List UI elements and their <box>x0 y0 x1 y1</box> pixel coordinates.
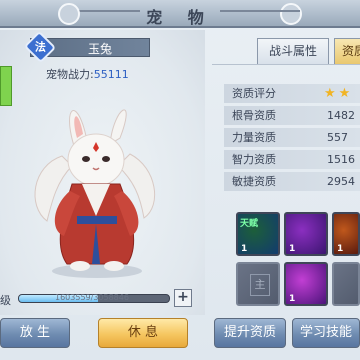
skill-slot-1[interactable]: 天赋 1 <box>236 212 280 256</box>
skill-slot-2[interactable]: 1 <box>284 212 328 256</box>
rating-stars-icon: ★★ <box>324 86 354 101</box>
tab-aptitude[interactable]: 资质 <box>334 38 360 64</box>
stat-row-agility: 敏捷资质 2954 <box>224 172 360 191</box>
pet-name: 玉兔 <box>87 42 112 56</box>
stat-value: 1482 <box>327 109 355 122</box>
tab-divider <box>212 64 360 65</box>
level-label: 级 <box>0 294 11 307</box>
main-skill-icon: 主 <box>250 274 270 296</box>
side-tab-stub[interactable] <box>0 66 12 106</box>
talent-icon: 天赋 <box>240 219 259 229</box>
skill-slot-5[interactable]: 1 <box>284 262 328 306</box>
stat-row-strength: 力量资质 557 <box>224 128 360 147</box>
add-exp-button[interactable]: + <box>174 289 192 307</box>
skill-level: 1 <box>289 244 296 254</box>
stat-row-constitution: 根骨资质 1482 <box>224 106 360 125</box>
skill-level: 1 <box>337 244 344 254</box>
pet-rabbit-figure[interactable] <box>22 96 162 281</box>
skill-level: 1 <box>241 244 248 254</box>
skill-level: 1 <box>289 294 296 304</box>
stat-value: 1516 <box>327 153 355 166</box>
upgrade-aptitude-button[interactable]: 提升资质 <box>214 318 286 348</box>
stat-label: 资质评分 <box>232 87 276 100</box>
pet-power-label: 宠物战力: <box>46 68 94 81</box>
stat-label: 力量资质 <box>232 131 276 144</box>
window-title: 宠 物 <box>146 8 214 27</box>
stat-label: 智力资质 <box>232 153 276 166</box>
pet-power-value: 55111 <box>93 68 129 81</box>
stat-value: 557 <box>327 131 348 144</box>
stat-label: 敏捷资质 <box>232 175 276 188</box>
release-button[interactable]: 放 生 <box>0 318 70 348</box>
pet-type-text: 法 <box>34 40 46 53</box>
learn-skill-button[interactable]: 学习技能 <box>292 318 360 348</box>
skill-slot-3[interactable]: 1 <box>332 212 360 256</box>
title-bar: 宠 物 <box>0 0 360 28</box>
tab-battle-attributes[interactable]: 战斗属性 <box>257 38 329 64</box>
skill-slot-6[interactable] <box>332 262 360 306</box>
stat-row-intellect: 智力资质 1516 <box>224 150 360 169</box>
stat-row-rating: 资质评分 ★★ <box>224 84 360 103</box>
rest-button[interactable]: 休 息 <box>98 318 188 348</box>
stat-label: 根骨资质 <box>232 109 276 122</box>
pet-window: 宠 物 法 玉兔 宠物战力:55111 级 1603559/3058846 + … <box>0 0 360 360</box>
exp-text: 1603559/3058846 <box>55 293 129 302</box>
stat-value: 2954 <box>327 175 355 188</box>
pet-power: 宠物战力:55111 <box>46 66 129 82</box>
skill-slot-4[interactable]: 主 <box>236 262 280 306</box>
